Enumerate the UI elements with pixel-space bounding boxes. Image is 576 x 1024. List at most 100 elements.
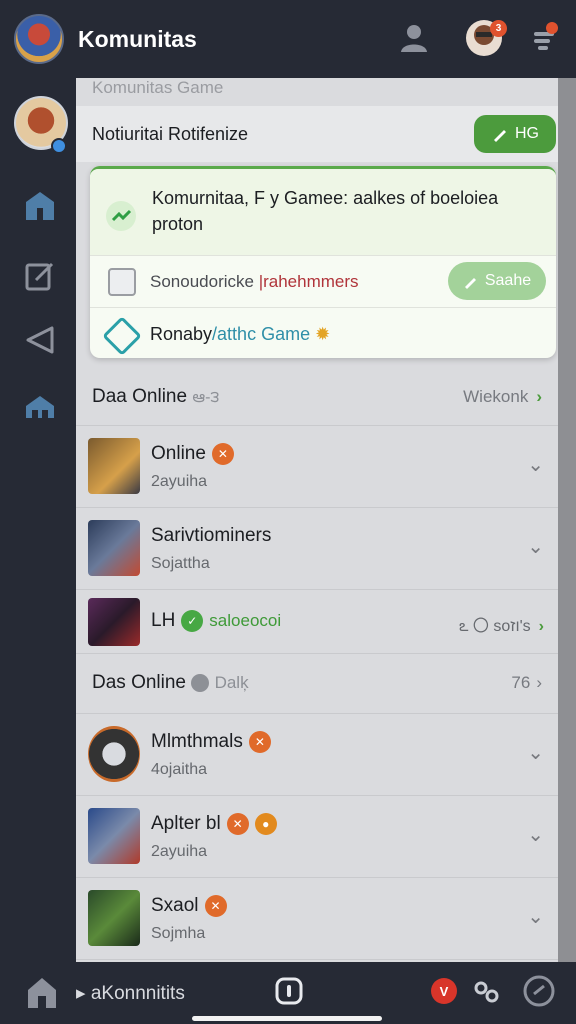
- check-badge-icon: ✓: [181, 610, 204, 632]
- item-sub: Sojattha: [151, 555, 210, 572]
- section-header[interactable]: Das Online Dalķ 76 ›: [76, 654, 558, 714]
- item-name: Mlmthmals ✕: [151, 731, 271, 753]
- list-item[interactable]: LH ✓ saloeocoi ఽ 〇 soוז's ›: [76, 590, 558, 654]
- section-right[interactable]: 76 ›: [511, 673, 542, 693]
- home-icon[interactable]: [22, 188, 58, 224]
- item-title: Sarivtiominers: [151, 525, 272, 546]
- play-icon: ▸: [76, 983, 86, 1004]
- section-label: Das Online Dalķ: [92, 672, 249, 694]
- item-title: Aplter bl: [151, 813, 221, 834]
- item-name: LH ✓ saloeocoi: [151, 610, 281, 632]
- section-right[interactable]: Wiekonk ›: [463, 387, 542, 407]
- trend-icon: [106, 201, 136, 231]
- star-icon: ✹: [315, 324, 331, 344]
- chevron-down-icon[interactable]: ⌄: [527, 822, 544, 847]
- item-name: Online ✕: [151, 443, 234, 465]
- diamond-icon: [102, 316, 142, 356]
- item-sub: 2ayuiha: [151, 843, 208, 860]
- section-header[interactable]: Daa Online ఆ-౩ Wiekonk ›: [76, 368, 558, 426]
- hs-button[interactable]: HG: [474, 115, 556, 153]
- flame-badge-icon: ●: [254, 813, 277, 835]
- list-item[interactable]: Online ✕ 2ayuiha ⌄: [76, 426, 558, 508]
- item-title: LH: [151, 610, 176, 631]
- notification-title: Notiuritai Rotifenize: [92, 124, 249, 144]
- status-icon: [191, 673, 210, 692]
- item-status: saloeocoi: [209, 611, 282, 630]
- game-prefix: Ronaby: [150, 324, 213, 344]
- card-input-row: Sonoudoricke |rahehmmers Saahe: [90, 255, 556, 307]
- fire-badge-icon: ✕: [204, 895, 227, 917]
- list-item[interactable]: Sxaol ✕ Sojmha ⌄: [76, 878, 558, 960]
- chevron-down-icon[interactable]: ⌄: [527, 452, 544, 477]
- item-sub: Sojmha: [151, 925, 206, 942]
- item-name: Sxaol ✕: [151, 895, 227, 917]
- home-icon[interactable]: [26, 974, 58, 1010]
- bottom-title[interactable]: ▸ aKonnnitits: [76, 982, 185, 1005]
- list-item[interactable]: Sarivtiominers Sojattha ⌄: [76, 508, 558, 590]
- item-title: Mlmthmals: [151, 731, 243, 752]
- list-item[interactable]: Aplter bl ✕ ● 2ayuiha ⌄: [76, 796, 558, 878]
- item-name: Sarivtiominers: [151, 525, 271, 547]
- bottom-title-label: aKonnnitits: [90, 983, 185, 1004]
- user-avatar[interactable]: 3: [464, 18, 507, 58]
- chevron-down-icon[interactable]: ⌄: [527, 740, 544, 765]
- input-highlight: |rahehmmers: [258, 272, 359, 291]
- message-badge: 3: [490, 20, 507, 37]
- item-sub: 2ayuiha: [151, 473, 208, 490]
- bottom-bar: ▸ aKonnnitits V: [0, 962, 576, 1024]
- friends-icon[interactable]: [470, 976, 502, 1008]
- game-thumbnail: [88, 890, 140, 946]
- section-extra: Dalķ: [214, 673, 249, 692]
- chevron-right-icon: ›: [536, 387, 542, 406]
- profile-icon[interactable]: [396, 20, 432, 56]
- card-message: Komurnitaa, F y Gamee: aalkes of boeloie…: [152, 188, 499, 234]
- community-avatar[interactable]: [14, 14, 64, 64]
- panel-heading: Komunitas Game: [92, 78, 224, 97]
- top-bar: Komunitas 3: [0, 0, 576, 78]
- fire-badge-icon: ✕: [226, 813, 249, 835]
- item-name: Aplter bl ✕ ●: [151, 813, 277, 835]
- home-indicator: [192, 1016, 382, 1021]
- item-right[interactable]: ఽ 〇 soוז's ›: [459, 612, 544, 639]
- edit-icon[interactable]: [22, 258, 58, 294]
- notification-bar: Notiuritai Rotifenize HG: [76, 106, 558, 162]
- fire-badge-icon: ✕: [211, 443, 234, 465]
- list-item[interactable]: Mlmthmals ✕ 4ojaitha ⌄: [76, 714, 558, 796]
- notification-badge[interactable]: V: [431, 978, 457, 1004]
- announce-icon[interactable]: [22, 322, 58, 358]
- game-thumbnail: [88, 520, 140, 576]
- pencil-icon: [494, 130, 506, 142]
- item-sub: 4ojaitha: [151, 761, 208, 778]
- game-thumbnail: [88, 438, 140, 494]
- section-title: Das Online: [92, 672, 186, 693]
- chevron-right-icon: ›: [536, 673, 542, 692]
- card-message-row[interactable]: Komurnitaa, F y Gamee: aalkes of boeloie…: [90, 169, 556, 255]
- main-panel: Komunitas Game Notiuritai Rotifenize HG …: [76, 78, 558, 962]
- chevron-down-icon[interactable]: ⌄: [527, 904, 544, 929]
- search-button[interactable]: Saahe: [448, 262, 546, 300]
- settings-icon[interactable]: [522, 974, 556, 1008]
- group-icon[interactable]: [22, 388, 58, 424]
- chat-icon[interactable]: [274, 976, 304, 1006]
- pencil-icon: [464, 278, 476, 289]
- online-status-icon: [51, 138, 67, 154]
- menu-icon[interactable]: [530, 20, 560, 56]
- game-thumbnail: [88, 726, 140, 782]
- chevron-right-icon: ›: [538, 618, 544, 635]
- section-right-label: 76: [511, 673, 531, 692]
- chevron-down-icon[interactable]: ⌄: [527, 534, 544, 559]
- app-title: Komunitas: [78, 26, 197, 52]
- section-label: Daa Online ఆ-౩: [92, 386, 219, 410]
- card-game-text: Ronaby/atthc Game ✹: [150, 324, 330, 345]
- search-button-label: Saahe: [484, 272, 532, 289]
- input-prefix: Sonoudoricke: [150, 272, 259, 291]
- section-extra: ఆ-౩: [192, 389, 220, 406]
- section-title: Daa Online: [92, 386, 188, 407]
- item-title: Online: [151, 443, 206, 464]
- section-right-label: Wiekonk: [463, 387, 529, 406]
- card-game-row[interactable]: Ronaby/atthc Game ✹: [90, 307, 556, 361]
- item-title: Sxaol: [151, 895, 199, 916]
- notification-card: Komurnitaa, F y Gamee: aalkes of boeloie…: [90, 166, 556, 358]
- image-icon: [108, 268, 136, 296]
- card-input[interactable]: Sonoudoricke |rahehmmers: [150, 264, 432, 300]
